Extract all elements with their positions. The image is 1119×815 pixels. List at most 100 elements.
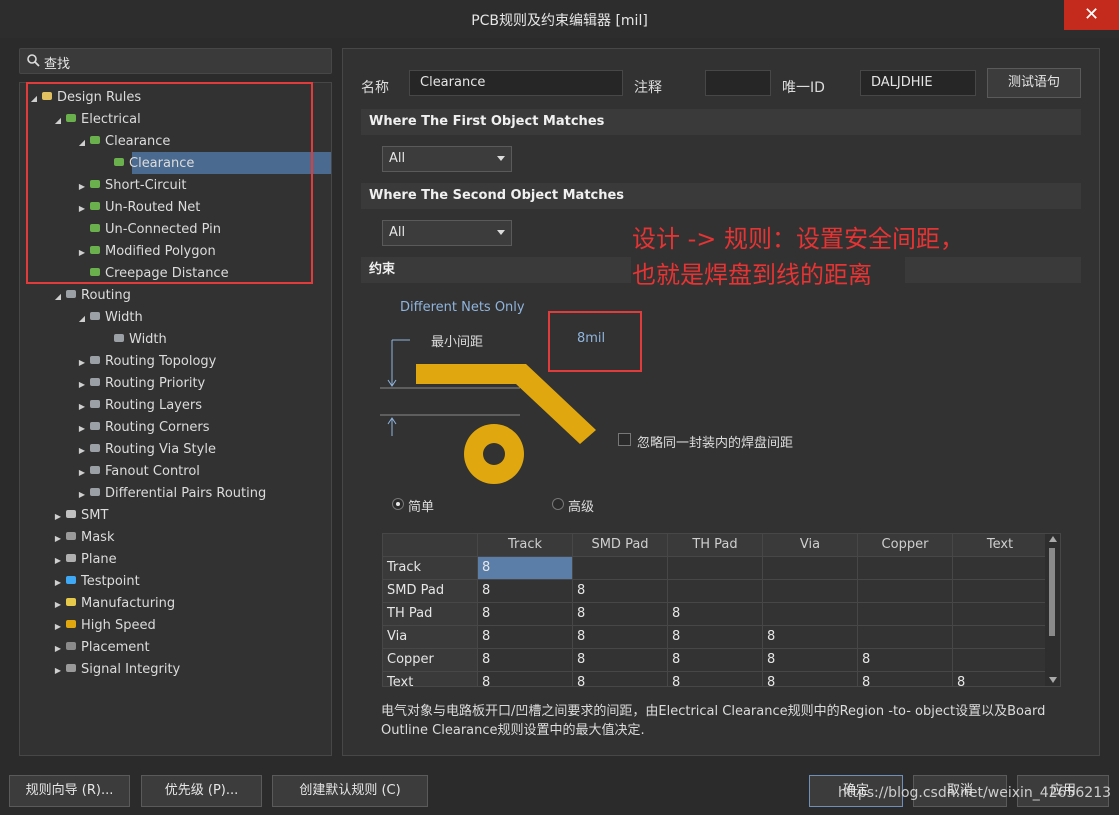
- matrix-cell[interactable]: 8: [953, 672, 1048, 686]
- simple-mode-radio[interactable]: [392, 498, 404, 510]
- scrollbar-thumb[interactable]: [1049, 548, 1055, 636]
- matrix-cell[interactable]: 8: [478, 649, 573, 672]
- priority-button[interactable]: 优先级 (P)...: [141, 775, 262, 807]
- scroll-up-icon[interactable]: [1049, 536, 1057, 542]
- expand-arrow-icon[interactable]: ▶: [52, 506, 64, 528]
- expand-arrow-icon[interactable]: ▶: [76, 396, 88, 418]
- tree-item[interactable]: ▶ Fanout Control: [76, 461, 200, 483]
- mask-rule-icon: [66, 532, 76, 540]
- smt-rule-icon: [66, 510, 76, 518]
- tree-item[interactable]: ▶ Placement: [52, 637, 150, 659]
- tree-item[interactable]: ▶ Mask: [52, 527, 115, 550]
- matrix-cell: [953, 649, 1048, 672]
- matrix-cell[interactable]: 8: [478, 603, 573, 626]
- tree-item[interactable]: ▶ High Speed: [52, 615, 156, 637]
- matrix-cell[interactable]: 8: [573, 580, 668, 603]
- high-speed-rule-icon: [66, 620, 76, 628]
- tree-item-label: Routing Topology: [105, 354, 217, 369]
- second-object-select[interactable]: All: [382, 220, 512, 246]
- uid-field[interactable]: DALJDHIE: [860, 70, 976, 96]
- tree-item-label: Width: [105, 310, 143, 325]
- matrix-cell[interactable]: 8: [668, 626, 763, 649]
- expand-arrow-icon[interactable]: ▶: [52, 550, 64, 572]
- collapse-arrow-icon[interactable]: ◢: [76, 308, 88, 330]
- window-title: PCB规则及约束编辑器 [mil]: [471, 13, 648, 29]
- expand-arrow-icon[interactable]: ▶: [52, 616, 64, 638]
- tree-item[interactable]: ▶ Routing Topology: [76, 351, 216, 373]
- matrix-column-header: Via: [763, 534, 858, 557]
- matrix-cell: [573, 557, 668, 580]
- matrix-cell[interactable]: 8: [573, 603, 668, 626]
- close-button[interactable]: ✕: [1064, 0, 1119, 30]
- expand-arrow-icon[interactable]: ▶: [76, 484, 88, 506]
- create-default-rules-button[interactable]: 创建默认规则 (C): [272, 775, 428, 807]
- matrix-row-header: Track: [383, 557, 478, 580]
- search-box[interactable]: 查找: [19, 48, 332, 74]
- expand-arrow-icon[interactable]: ▶: [52, 528, 64, 550]
- tree-item[interactable]: ◢ Width: [76, 307, 143, 329]
- expand-arrow-icon[interactable]: ▶: [52, 660, 64, 682]
- comment-label: 注释: [634, 80, 662, 96]
- matrix-cell[interactable]: 8: [478, 580, 573, 603]
- collapse-arrow-icon[interactable]: ◢: [52, 286, 64, 308]
- expand-arrow-icon[interactable]: ▶: [76, 352, 88, 374]
- tree-item[interactable]: ▶ Plane: [52, 549, 117, 571]
- tree-item[interactable]: ▶ Routing Priority: [76, 373, 205, 395]
- matrix-cell[interactable]: 8: [573, 626, 668, 649]
- matrix-cell[interactable]: 8: [668, 603, 763, 626]
- matrix-cell[interactable]: 8: [858, 649, 953, 672]
- matrix-cell[interactable]: 8: [858, 672, 953, 686]
- matrix-cell[interactable]: 8: [573, 672, 668, 686]
- tree-item[interactable]: ▶ Manufacturing: [52, 593, 175, 615]
- simple-mode-label: 简单: [408, 500, 435, 515]
- expand-arrow-icon[interactable]: ▶: [52, 594, 64, 616]
- tree-item-label: Routing Priority: [105, 376, 206, 391]
- expand-arrow-icon[interactable]: ▶: [52, 572, 64, 594]
- matrix-cell[interactable]: 8: [763, 672, 858, 686]
- uid-label: 唯一ID: [782, 80, 825, 96]
- placement-rule-icon: [66, 642, 76, 650]
- tree-item[interactable]: ▶ Testpoint: [52, 571, 140, 593]
- tree-item-label: Routing: [81, 288, 131, 303]
- tree-item-label: Placement: [81, 640, 150, 655]
- tree-item[interactable]: ▶ Differential Pairs Routing: [76, 483, 266, 505]
- matrix-scrollbar[interactable]: [1045, 534, 1060, 686]
- matrix-cell[interactable]: 8: [478, 557, 573, 580]
- matrix-cell[interactable]: 8: [763, 649, 858, 672]
- matrix-row-header: SMD Pad: [383, 580, 478, 603]
- net-scope-label[interactable]: Different Nets Only: [400, 300, 525, 315]
- comment-field[interactable]: [705, 70, 771, 96]
- tree-item[interactable]: ▶ Signal Integrity: [52, 659, 180, 681]
- first-object-select[interactable]: All: [382, 146, 512, 172]
- expand-arrow-icon[interactable]: ▶: [76, 462, 88, 484]
- tree-item[interactable]: ▶ Routing Layers: [76, 395, 202, 417]
- name-field[interactable]: Clearance: [409, 70, 623, 96]
- tree-item[interactable]: ◢ Routing: [52, 285, 131, 307]
- expand-arrow-icon[interactable]: ▶: [76, 374, 88, 396]
- tree-item[interactable]: ▶ Routing Via Style: [76, 439, 216, 461]
- expand-arrow-icon[interactable]: ▶: [52, 638, 64, 660]
- advanced-mode-label: 高级: [568, 500, 595, 515]
- expand-arrow-icon[interactable]: ▶: [76, 418, 88, 440]
- matrix-cell[interactable]: 8: [763, 626, 858, 649]
- clearance-diagram: [380, 339, 596, 484]
- ignore-pad-checkbox[interactable]: [618, 433, 631, 446]
- expand-arrow-icon[interactable]: ▶: [76, 440, 88, 462]
- matrix-cell[interactable]: 8: [668, 649, 763, 672]
- rule-wizard-button[interactable]: 规则向导 (R)...: [9, 775, 130, 807]
- search-input[interactable]: 查找: [44, 53, 70, 72]
- test-query-button[interactable]: 测试语句: [987, 68, 1081, 98]
- advanced-mode-radio[interactable]: [552, 498, 564, 510]
- scroll-down-icon[interactable]: [1049, 677, 1057, 683]
- matrix-cell[interactable]: 8: [668, 672, 763, 686]
- manufacturing-rule-icon: [66, 598, 76, 606]
- matrix-cell[interactable]: 8: [478, 626, 573, 649]
- matrix-cell: [668, 557, 763, 580]
- matrix-cell[interactable]: 8: [573, 649, 668, 672]
- matrix-cell: [953, 580, 1048, 603]
- tree-item[interactable]: ▶ Routing Corners: [76, 417, 210, 440]
- matrix-cell[interactable]: 8: [478, 672, 573, 686]
- tree-item[interactable]: Width: [100, 329, 167, 351]
- tree-item[interactable]: ▶ SMT: [52, 505, 109, 528]
- tree-item-label: Mask: [81, 530, 115, 545]
